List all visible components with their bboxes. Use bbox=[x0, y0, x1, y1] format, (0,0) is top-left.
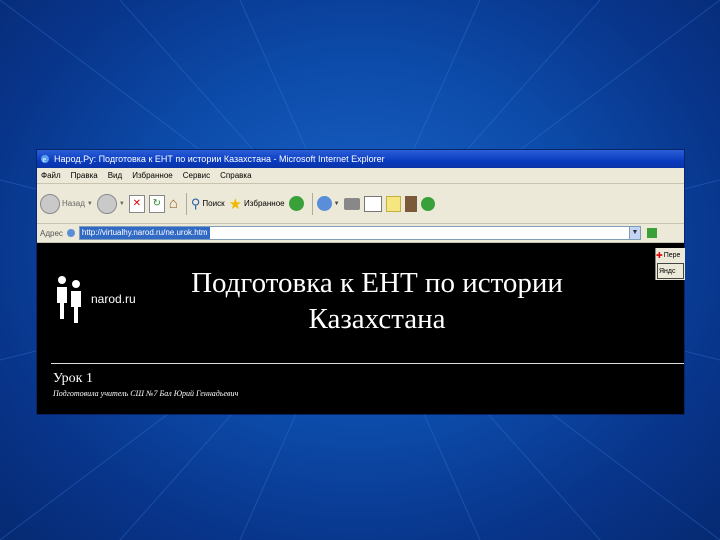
browser-window: e Народ.Ру: Подготовка к ЕНТ по истории … bbox=[37, 150, 684, 414]
window-title: Народ.Ру: Подготовка к ЕНТ по истории Ка… bbox=[54, 154, 385, 164]
narod-logo: narod.ru bbox=[53, 273, 136, 325]
research-button[interactable] bbox=[404, 195, 417, 212]
refresh-icon: ↻ bbox=[148, 194, 165, 213]
address-url: http://virtualhy.narod.ru/ne.urok.htm bbox=[79, 227, 210, 239]
yandex-label: Яндс bbox=[659, 267, 676, 275]
mail-icon bbox=[316, 196, 332, 211]
edit-icon bbox=[363, 195, 382, 212]
home-button[interactable]: ⌂ bbox=[169, 195, 178, 212]
title-bar: e Народ.Ру: Подготовка к ЕНТ по истории … bbox=[37, 150, 684, 168]
research-icon bbox=[404, 195, 417, 212]
people-logo-icon bbox=[57, 276, 81, 323]
address-input[interactable]: http://virtualhy.narod.ru/ne.urok.htm ▼ bbox=[78, 226, 641, 240]
menu-favorites[interactable]: Избранное bbox=[132, 171, 173, 180]
messenger-button[interactable] bbox=[420, 196, 435, 211]
printer-icon bbox=[343, 197, 360, 210]
toolbar: Назад ▼ ▼ ✕ ↻ ⌂ ⚲ Поиск ★ Избранное ▼ bbox=[37, 184, 684, 224]
print-button[interactable] bbox=[343, 197, 360, 210]
favorites-button[interactable]: ★ Избранное bbox=[229, 195, 285, 213]
red-mark-icon: ✚ bbox=[656, 250, 663, 260]
go-arrow-icon bbox=[646, 228, 657, 238]
home-icon: ⌂ bbox=[168, 195, 178, 212]
discuss-button[interactable] bbox=[385, 195, 401, 212]
page-content: narod.ru Подготовка к ЕНТ по истории Каз… bbox=[37, 243, 684, 414]
stop-button[interactable]: ✕ bbox=[128, 194, 145, 213]
ie-icon: e bbox=[40, 154, 50, 164]
search-label: Поиск bbox=[202, 199, 225, 208]
history-icon bbox=[288, 196, 304, 211]
menu-file[interactable]: Файл bbox=[41, 171, 61, 180]
page-heading: Подготовка к ЕНТ по истории Казахстана bbox=[147, 265, 607, 337]
edit-button[interactable] bbox=[363, 195, 382, 212]
menu-view[interactable]: Вид bbox=[108, 171, 122, 180]
back-arrow-icon bbox=[40, 193, 60, 214]
translate-item[interactable]: ✚ Пере bbox=[656, 248, 685, 262]
forward-dropdown-icon[interactable]: ▼ bbox=[119, 201, 125, 207]
back-dropdown-icon[interactable]: ▼ bbox=[87, 201, 93, 207]
address-label: Адрес bbox=[40, 228, 63, 238]
menu-help[interactable]: Справка bbox=[220, 171, 251, 180]
forward-arrow-icon bbox=[96, 193, 117, 214]
menu-tools[interactable]: Сервис bbox=[183, 171, 210, 180]
svg-text:e: e bbox=[43, 155, 47, 164]
messenger-icon bbox=[420, 196, 435, 211]
heading-line-2: Казахстана bbox=[308, 303, 446, 335]
stop-icon: ✕ bbox=[128, 194, 145, 213]
search-icon: ⚲ bbox=[190, 195, 201, 211]
history-button[interactable] bbox=[288, 196, 304, 211]
back-button[interactable]: Назад ▼ bbox=[40, 193, 93, 214]
search-button[interactable]: ⚲ Поиск bbox=[191, 196, 225, 212]
mail-dropdown-icon[interactable]: ▼ bbox=[334, 201, 340, 207]
note-icon bbox=[385, 195, 401, 212]
refresh-button[interactable]: ↻ bbox=[148, 194, 165, 213]
logo-text: narod.ru bbox=[91, 292, 136, 306]
divider bbox=[51, 363, 684, 364]
mail-button[interactable]: ▼ bbox=[316, 196, 340, 211]
translate-label: Пере bbox=[663, 251, 681, 259]
lesson-title: Урок 1 bbox=[53, 371, 93, 386]
forward-button[interactable]: ▼ bbox=[96, 193, 125, 214]
page-icon bbox=[66, 229, 75, 237]
favorites-label: Избранное bbox=[244, 199, 285, 208]
author-line: Подготовила учитель СШ №7 Бал Юрий Генна… bbox=[53, 389, 239, 398]
address-dropdown-icon[interactable]: ▼ bbox=[628, 227, 640, 239]
menu-edit[interactable]: Правка bbox=[71, 171, 98, 180]
side-toolbar-fragment: ✚ Пере Яндс bbox=[655, 248, 685, 280]
back-label: Назад bbox=[62, 199, 85, 208]
address-bar: Адрес http://virtualhy.narod.ru/ne.urok.… bbox=[37, 224, 684, 243]
toolbar-separator bbox=[185, 192, 187, 215]
go-button[interactable] bbox=[646, 228, 657, 238]
menu-bar: Файл Правка Вид Избранное Сервис Справка bbox=[37, 168, 684, 184]
heading-line-1: Подготовка к ЕНТ по истории bbox=[191, 267, 563, 299]
toolbar-separator bbox=[311, 192, 313, 215]
star-icon: ★ bbox=[228, 195, 243, 213]
yandex-item[interactable]: Яндс bbox=[657, 263, 684, 279]
